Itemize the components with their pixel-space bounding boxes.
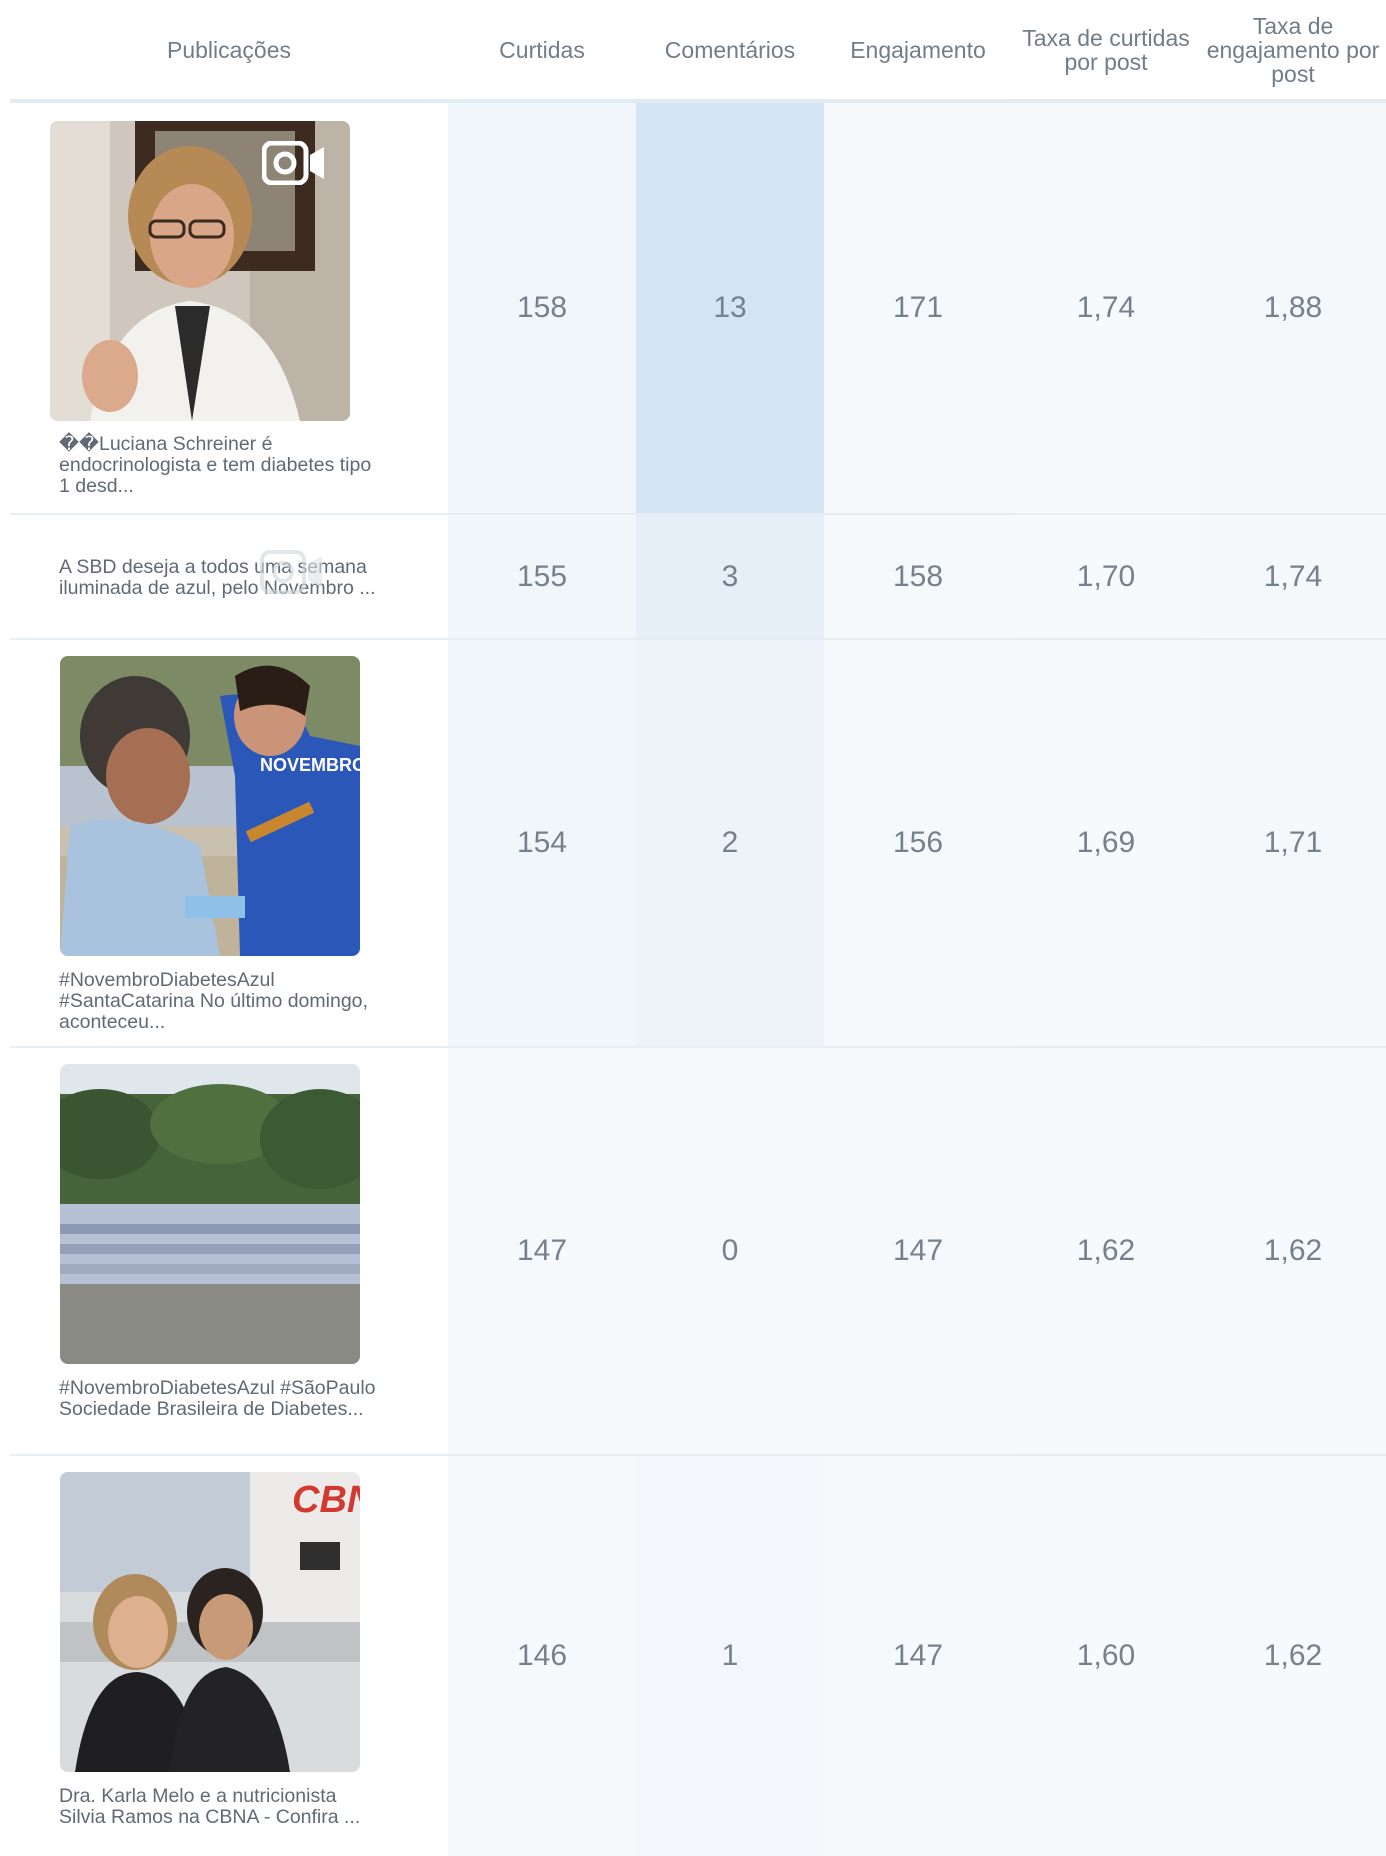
- likes-value: 147: [516, 1234, 568, 1267]
- post-caption: #NovembroDiabetesAzul #SãoPaulo Sociedad…: [59, 1377, 376, 1420]
- post-thumbnail[interactable]: NOVEMBRO: [60, 656, 360, 956]
- svg-text:CBN: CBN: [292, 1479, 360, 1521]
- comments-value: 1: [721, 1639, 739, 1672]
- comments-value: 3: [721, 559, 739, 593]
- header-publications[interactable]: Publicações: [10, 0, 448, 99]
- glucose-test-image: NOVEMBRO: [60, 656, 360, 956]
- publications-table: Publicações Curtidas Comentários Engajam…: [10, 0, 1386, 1856]
- table-row[interactable]: ��Luciana Schreiner é endocrinologista e…: [10, 103, 1386, 515]
- table-row[interactable]: #NovembroDiabetesAzul #SãoPaulo Sociedad…: [10, 1048, 1386, 1456]
- engagement-rate-value: 1,71: [1263, 826, 1323, 859]
- header-engagement-rate[interactable]: Taxa de engajamento por post: [1200, 0, 1386, 99]
- like-rate-value: 1,60: [1076, 1639, 1136, 1672]
- engagement-value: 158: [892, 559, 944, 593]
- video-icon: [260, 550, 322, 594]
- table-header: Publicações Curtidas Comentários Engajam…: [10, 0, 1386, 103]
- post-caption: A SBD deseja a todos uma semana iluminad…: [59, 556, 376, 599]
- like-rate-value: 1,74: [1076, 291, 1136, 324]
- like-rate-value: 1,70: [1076, 559, 1136, 593]
- post-caption: ��Luciana Schreiner é endocrinologista e…: [59, 433, 372, 497]
- engagement-value: 171: [892, 291, 944, 324]
- header-engagement[interactable]: Engajamento: [824, 0, 1012, 99]
- post-thumbnail[interactable]: CBN: [60, 1472, 360, 1772]
- likes-value: 154: [516, 826, 568, 859]
- likes-value: 155: [516, 559, 568, 593]
- video-icon: [262, 141, 324, 185]
- radio-studio-image: CBN: [60, 1472, 360, 1772]
- post-thumbnail[interactable]: [60, 1064, 360, 1364]
- engagement-rate-value: 1,62: [1263, 1234, 1323, 1267]
- header-comments[interactable]: Comentários: [636, 0, 824, 99]
- group-photo-image: [60, 1064, 360, 1364]
- svg-text:NOVEMBRO: NOVEMBRO: [260, 755, 360, 775]
- comments-value: 0: [721, 1234, 739, 1267]
- table-row[interactable]: CBN Dra. Karla Melo e a nutricionista Si…: [10, 1456, 1386, 1856]
- engagement-rate-value: 1,74: [1263, 559, 1323, 593]
- engagement-value: 156: [892, 826, 944, 859]
- post-caption: #NovembroDiabetesAzul #SantaCatarina No …: [59, 969, 368, 1033]
- like-rate-value: 1,62: [1076, 1234, 1136, 1267]
- table-row[interactable]: A SBD deseja a todos uma semana iluminad…: [10, 515, 1386, 640]
- engagement-value: 147: [892, 1639, 944, 1672]
- likes-value: 158: [516, 291, 568, 324]
- header-likes[interactable]: Curtidas: [448, 0, 636, 99]
- engagement-rate-value: 1,88: [1263, 291, 1323, 324]
- table-row[interactable]: NOVEMBRO #NovembroDiabetesAzul #SantaCat…: [10, 640, 1386, 1048]
- comments-value: 2: [721, 826, 739, 859]
- like-rate-value: 1,69: [1076, 826, 1136, 859]
- comments-value: 13: [713, 291, 747, 324]
- post-thumbnail[interactable]: [50, 121, 350, 421]
- likes-value: 146: [516, 1639, 568, 1672]
- header-like-rate[interactable]: Taxa de curtidas por post: [1012, 0, 1200, 99]
- post-caption: Dra. Karla Melo e a nutricionista Silvia…: [59, 1785, 361, 1828]
- engagement-value: 147: [892, 1234, 944, 1267]
- engagement-rate-value: 1,62: [1263, 1639, 1323, 1672]
